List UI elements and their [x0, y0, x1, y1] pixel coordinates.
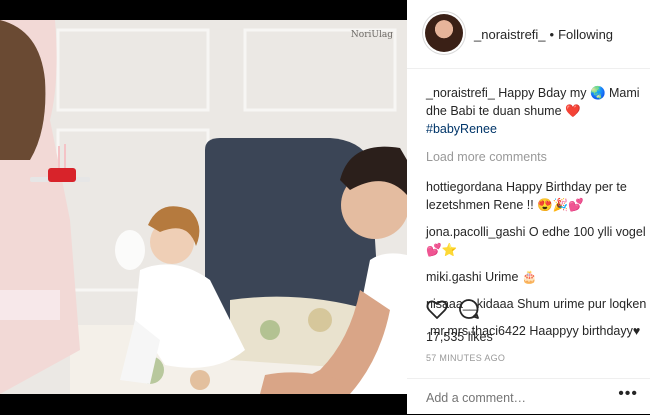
instagram-post-frame: NoriUlag _noraistrefi_ • Following _norais… [0, 0, 650, 414]
more-dots-icon[interactable]: ••• [618, 385, 638, 403]
photo-watermark: NoriUlag [350, 30, 393, 40]
post-photo[interactable]: NoriUlag [0, 20, 407, 394]
following-button[interactable]: Following [558, 27, 613, 42]
header-line: _noraistrefi_ • Following [474, 27, 613, 42]
comment-username[interactable]: hottiegordana [426, 180, 502, 194]
author-username[interactable]: _noraistrefi_ [474, 27, 546, 42]
caption-username[interactable]: _noraistrefi_ [426, 86, 495, 100]
comment-text: Urime 🎂 [485, 270, 538, 284]
header-dot-separator: • [549, 27, 555, 42]
post-timestamp: 57 MINUTES AGO [426, 353, 506, 363]
load-more-comments[interactable]: Load more comments [426, 148, 648, 166]
comment-text: Haappyy birthdayy♥ [529, 324, 641, 338]
caption-hashtag[interactable]: #babyRenee [426, 122, 497, 136]
add-comment-input[interactable] [426, 391, 606, 405]
author-avatar[interactable] [425, 14, 463, 52]
heart-outline-icon[interactable] [425, 297, 449, 321]
comment-bubble-icon[interactable] [457, 297, 481, 321]
comment-item: jona.pacolli_gashi O edhe 100 ylli vogel… [426, 223, 648, 259]
comment-username[interactable]: jona.pacolli_gashi [426, 225, 525, 239]
add-comment-bar: ••• [407, 378, 650, 415]
comment-item: miki.gashi Urime 🎂 [426, 268, 648, 286]
caption: _noraistrefi_ Happy Bday my 🌏 Mami dhe B… [426, 84, 648, 138]
comment-item: hottiegordana Happy Birthday per te leze… [426, 178, 648, 214]
post-header: _noraistrefi_ • Following [407, 0, 650, 69]
post-actions [425, 297, 645, 323]
comment-username[interactable]: miki.gashi [426, 270, 482, 284]
likes-count[interactable]: 17,535 likes [426, 330, 493, 344]
post-side-panel: _noraistrefi_ • Following _noraistrefi_ Ha… [407, 0, 650, 414]
photo-illustration [0, 20, 407, 394]
